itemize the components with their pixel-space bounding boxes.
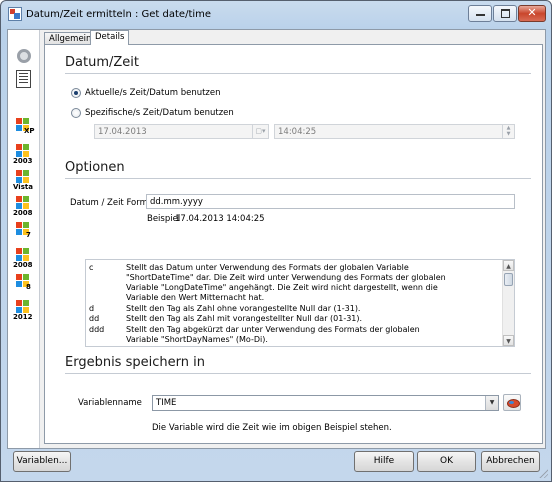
format-codes-list[interactable]: c Stellt das Datum unter Verwendung des … (85, 259, 515, 347)
format-description: Stellt den Tag als Zahl ohne vorangestel… (126, 304, 361, 313)
sidebar-item-xp[interactable]: XP (12, 118, 38, 146)
windows-logo-icon (16, 144, 30, 157)
current-datetime-radio[interactable] (71, 88, 81, 98)
sidebar-item-label: 2008 (13, 261, 33, 269)
help-button[interactable]: Hilfe (354, 451, 414, 472)
minimize-icon (475, 9, 485, 16)
windows-logo-icon (16, 248, 30, 261)
time-spinner[interactable]: ▲ ▼ (502, 125, 514, 138)
options-section-title: Optionen (65, 160, 125, 175)
format-description: Stellt den Tag als Zahl mit vorangestell… (126, 314, 363, 323)
specific-datetime-radio[interactable] (71, 108, 81, 118)
section-divider (65, 73, 531, 74)
sidebar-item-2003[interactable]: 2003 (12, 144, 38, 172)
sidebar-item-2008-r2[interactable]: 2008 (12, 248, 38, 276)
date-picker[interactable]: 17.04.2013 ▢▾ (94, 124, 269, 139)
section-divider (65, 373, 531, 374)
format-description: Stellt den Tag abgekürzt dar unter Verwe… (126, 325, 420, 334)
windows-logo-icon (16, 300, 30, 313)
minimize-button[interactable] (468, 5, 492, 22)
list-scrollbar[interactable]: ▲ ▼ (502, 260, 514, 346)
windows-logo-icon (16, 196, 30, 209)
chevron-down-icon[interactable]: ▼ (485, 396, 498, 410)
format-description: "ShortDateTime" dar. Die Zeit wird unter… (126, 273, 446, 282)
format-input-value: dd.mm.yyyy (150, 197, 203, 207)
example-value: 17.04.2013 14:04:25 (175, 214, 265, 224)
app-icon (8, 7, 22, 21)
format-code: dd (89, 314, 100, 323)
tab-details[interactable]: Details (90, 30, 130, 45)
sidebar-item-7[interactable]: 7 (12, 222, 38, 250)
scroll-up-icon[interactable]: ▲ (503, 260, 514, 271)
format-code: d (89, 304, 95, 313)
os-sidebar: XP 2003 Vista 2008 7 2008 8 2012 (8, 30, 40, 448)
sidebar-item-2012[interactable]: 2012 (12, 300, 38, 328)
sidebar-item-label: 2003 (13, 157, 33, 165)
document-icon (16, 70, 31, 88)
datetime-section-title: Datum/Zeit (65, 55, 139, 70)
cancel-button[interactable]: Abbrechen (481, 451, 540, 472)
sidebar-item-label: Vista (13, 183, 33, 191)
sidebar-item-label: 2012 (13, 313, 33, 321)
sidebar-item-8[interactable]: 8 (12, 274, 38, 302)
format-description: Variable den Wert Mitternacht hat. (126, 293, 265, 302)
windows-logo-icon (16, 170, 30, 183)
date-value: 17.04.2013 (98, 127, 147, 137)
close-icon: ✕ (527, 6, 537, 19)
time-field[interactable]: 14:04:25 ▲ ▼ (274, 124, 515, 139)
format-code: c (89, 263, 94, 272)
sidebar-item-document[interactable] (12, 70, 38, 98)
format-label: Datum / Zeit Format (70, 198, 157, 208)
title-bar[interactable]: Datum/Zeit ermitteln : Get date/time ✕ (1, 1, 551, 29)
variable-picker-icon[interactable] (503, 394, 521, 411)
maximize-button[interactable] (493, 5, 517, 22)
format-code: ddd (89, 325, 105, 334)
sidebar-item-vista[interactable]: Vista (12, 170, 38, 198)
scroll-down-icon[interactable]: ▼ (503, 335, 514, 346)
maximize-icon (500, 9, 510, 18)
scroll-thumb[interactable] (504, 273, 513, 286)
specific-datetime-label: Spezifische/s Zeit/Datum benutzen (85, 108, 234, 118)
circle-icon (17, 49, 31, 63)
sidebar-item-label: 8 (26, 283, 31, 291)
sidebar-item-label: 2008 (13, 209, 33, 217)
format-description: Variable "ShortDayNames" (Mo-Di). (126, 335, 268, 344)
sidebar-item-label: XP (24, 127, 35, 135)
variable-name-label: Variablenname (78, 398, 142, 408)
spin-down-icon: ▼ (506, 131, 511, 137)
dialog-window: Datum/Zeit ermitteln : Get date/time ✕ X… (0, 0, 552, 482)
variables-button[interactable]: Variablen... (13, 451, 71, 472)
format-input[interactable]: dd.mm.yyyy (146, 194, 515, 209)
time-value: 14:04:25 (278, 127, 317, 137)
close-button[interactable]: ✕ (518, 5, 546, 22)
dialog-client-area: XP 2003 Vista 2008 7 2008 8 2012 Allgeme… (7, 29, 546, 449)
details-panel: Datum/Zeit Aktuelle/s Zeit/Datum benutze… (44, 44, 543, 444)
ok-button[interactable]: OK (417, 451, 476, 472)
format-description: Stellt das Datum unter Verwendung des Fo… (126, 263, 409, 272)
current-datetime-label: Aktuelle/s Zeit/Datum benutzen (85, 88, 221, 98)
section-divider (65, 178, 531, 179)
result-section-title: Ergebnis speichern in (65, 355, 205, 370)
sidebar-item-2008[interactable]: 2008 (12, 196, 38, 224)
variable-name-value: TIME (156, 398, 177, 408)
format-description: Variable "LongDateTime" angehängt. Die Z… (126, 283, 438, 292)
result-note: Die Variable wird die Zeit wie im obigen… (152, 423, 392, 433)
window-title: Datum/Zeit ermitteln : Get date/time (26, 9, 212, 20)
sidebar-item-label: 7 (26, 231, 31, 239)
variable-name-combobox[interactable]: TIME ▼ (152, 395, 499, 411)
calendar-dropdown-icon: ▢▾ (252, 125, 268, 138)
